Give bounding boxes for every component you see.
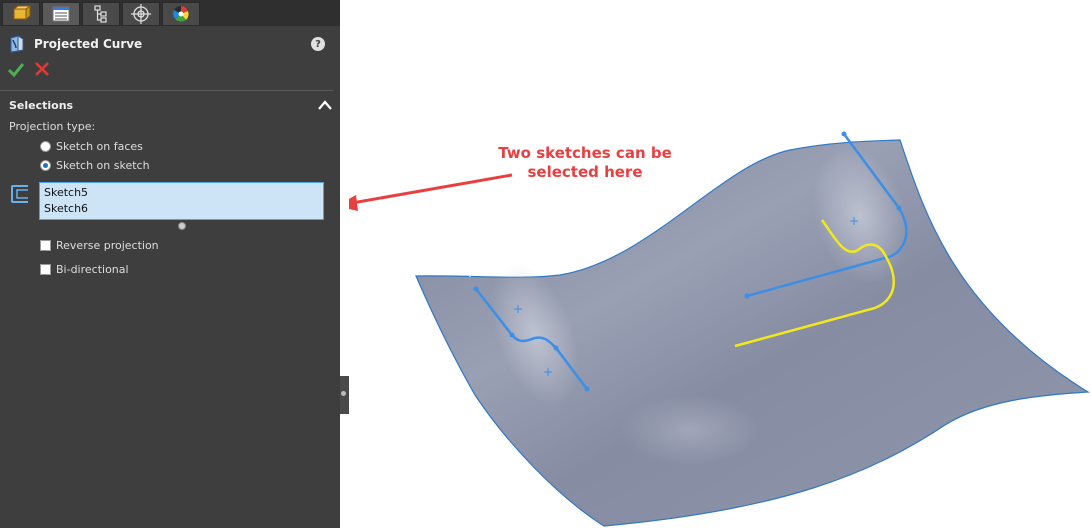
checkbox[interactable] [40,239,51,251]
sketch-point[interactable] [473,286,479,292]
sketch-point[interactable] [896,205,902,211]
feature-title-row: Projected Curve ? [8,34,333,54]
radio-sketch-on-faces[interactable]: Sketch on faces [40,139,143,153]
annotation-line: Two sketches can be [498,144,672,162]
dimxpert-manager-icon [131,4,151,24]
configuration-manager-icon [94,5,107,23]
annotation-line: selected here [527,163,643,181]
list-resize-handle[interactable] [178,222,186,230]
tab-dimxpert-manager[interactable] [122,2,160,26]
selections-header[interactable]: Selections [9,99,73,112]
ok-checkmark-icon[interactable] [8,62,24,78]
projection-type-label: Projection type: [9,120,96,133]
annotation-arrowhead [349,195,358,211]
property-manager-icon [52,6,70,22]
checkbox-reverse-projection[interactable]: Reverse projection [40,238,159,252]
sketch-point[interactable] [841,131,847,137]
divider [0,90,333,91]
radio-button[interactable] [40,159,51,171]
display-manager-icon [173,6,189,22]
tab-feature-manager[interactable] [2,2,40,26]
graphics-viewport[interactable] [349,0,1091,528]
sketch-point[interactable] [509,332,515,338]
page-title: Projected Curve [34,37,143,51]
annotation-callout: Two sketches can be selected here [470,144,700,182]
sketch-point[interactable] [744,293,750,299]
chevron-up-icon[interactable] [318,99,332,111]
panel-splitter-handle[interactable] [340,376,349,414]
list-item[interactable]: Sketch5 [44,185,319,201]
radio-sketch-on-sketch[interactable]: Sketch on sketch [40,158,150,172]
cancel-x-icon[interactable] [35,62,49,76]
manager-tabs [0,0,340,26]
checkbox-label: Reverse projection [56,238,159,252]
checkbox-label: Bi-directional [56,262,129,276]
property-manager-panel: Projected Curve ? Selections Projection … [0,0,340,528]
sketch-point[interactable] [584,386,590,392]
surface-highlight [620,395,760,465]
help-icon[interactable]: ? [311,37,325,51]
tab-property-manager[interactable] [42,2,80,26]
sketch-selection-list[interactable]: Sketch5 Sketch6 [39,182,324,220]
tab-configuration-manager[interactable] [82,2,120,26]
radio-label: Sketch on sketch [56,158,150,172]
checkbox-bi-directional[interactable]: Bi-directional [40,262,129,276]
projected-curve-icon [10,35,24,53]
list-item[interactable]: Sketch6 [44,201,319,217]
feature-manager-icon [12,5,31,20]
radio-button[interactable] [40,140,51,152]
sketch-selection-icon [11,185,28,203]
checkbox[interactable] [40,263,51,275]
radio-label: Sketch on faces [56,139,143,153]
sketch-point[interactable] [553,345,559,351]
tab-display-manager[interactable] [162,2,200,26]
